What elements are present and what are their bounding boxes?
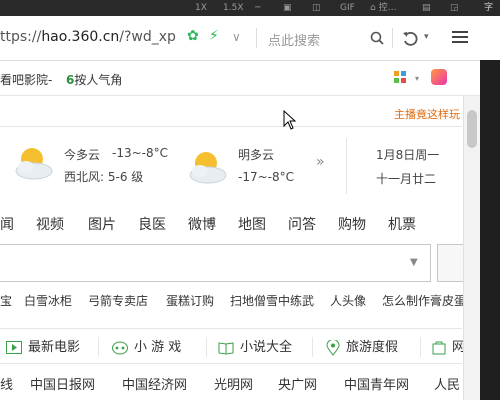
chevron-down-icon[interactable]: ▾ bbox=[415, 74, 419, 83]
nav-tab-news[interactable]: 闻 bbox=[0, 214, 14, 234]
hot-search-item[interactable]: 人头像 bbox=[330, 292, 366, 309]
site-link[interactable]: 央广网 bbox=[278, 374, 317, 393]
divider bbox=[312, 337, 313, 357]
main-search-input[interactable]: ▼ bbox=[0, 244, 431, 282]
undo-icon[interactable] bbox=[402, 30, 418, 46]
date-lunar: 十一月廿二 bbox=[376, 172, 437, 186]
category-movies[interactable]: 最新电影 bbox=[6, 336, 80, 355]
control-label[interactable]: ⌂ 控… bbox=[370, 1, 397, 15]
address-bar: ttps://hao.360.cn/?wd_xp ✿ ⚡ ∨ 点此搜索 ▾ bbox=[0, 16, 500, 61]
hot-search-item[interactable]: 怎么制作膏皮蛋 bbox=[382, 292, 466, 309]
site-link[interactable]: 中国青年网 bbox=[344, 374, 409, 393]
weather-more-icon[interactable]: » bbox=[316, 154, 325, 170]
hot-search-item[interactable]: 弓箭专卖店 bbox=[88, 292, 148, 309]
recorder-toolbar: 1X 1.5X ─ ▣ ◫ GIF ⌂ 控… ▤ ◲ 字 bbox=[0, 0, 500, 16]
chevron-down-icon[interactable]: ▼ bbox=[410, 257, 418, 268]
bookmarks-bar: 看吧影院- 6按人气角 ▾ bbox=[0, 61, 480, 96]
speed-1-5x-button[interactable]: 1.5X bbox=[223, 1, 243, 15]
site-link[interactable]: 线 bbox=[0, 374, 13, 393]
bookmark-item[interactable]: 看吧影院- bbox=[0, 71, 52, 88]
lightning-icon[interactable]: ⚡ bbox=[209, 28, 219, 44]
partly-cloudy-icon bbox=[15, 148, 53, 180]
weather-tomorrow-temp: -17~-8°C bbox=[238, 170, 294, 184]
site-link[interactable]: 中国日报网 bbox=[30, 374, 95, 393]
hot-search-item[interactable]: 白雪冰柜 bbox=[24, 292, 72, 309]
gif-button[interactable]: GIF bbox=[340, 1, 355, 15]
site-link[interactable]: 人民 bbox=[434, 374, 460, 393]
cart-icon bbox=[432, 341, 446, 354]
vertical-scrollbar[interactable] bbox=[463, 96, 481, 400]
divider bbox=[420, 337, 421, 357]
divider bbox=[98, 337, 99, 357]
menu-icon[interactable] bbox=[452, 30, 468, 44]
mouse-cursor-icon bbox=[283, 110, 297, 130]
capture-icon[interactable]: ▤ bbox=[422, 1, 431, 15]
bookmark-item[interactable]: 6按人气角 bbox=[66, 71, 122, 88]
chevron-down-icon[interactable]: ∨ bbox=[232, 30, 241, 44]
divider bbox=[0, 126, 462, 127]
nav-tab-doctor[interactable]: 良医 bbox=[138, 214, 166, 234]
site-link[interactable]: 中国经济网 bbox=[122, 374, 187, 393]
weather-today-temp: -13~-8°C bbox=[112, 146, 168, 160]
url-field[interactable]: ttps://hao.360.cn/?wd_xp bbox=[0, 29, 176, 45]
screen-icon[interactable]: ◲ bbox=[450, 1, 459, 15]
site-link[interactable]: 光明网 bbox=[214, 374, 253, 393]
apps-icon[interactable] bbox=[393, 70, 407, 84]
film-icon bbox=[6, 341, 22, 354]
text-tool[interactable]: 字 bbox=[484, 1, 493, 15]
hot-search-item[interactable]: 蛋糕订购 bbox=[166, 292, 214, 309]
weather-today-condition: 今多云 bbox=[64, 148, 101, 162]
weather-wind: 西北风: 5-6 级 bbox=[64, 170, 144, 184]
divider bbox=[256, 28, 257, 48]
nav-tab-map[interactable]: 地图 bbox=[238, 214, 266, 234]
nav-tab-qa[interactable]: 问答 bbox=[288, 214, 316, 234]
category-shopping[interactable]: 网 bbox=[432, 336, 465, 355]
hot-search-item[interactable]: 扫地僧雪中练武 bbox=[230, 292, 314, 309]
book-icon bbox=[218, 341, 234, 355]
page-content: 主播竟这样玩 今多云 -13~-8°C 西北风: 5-6 级 明多云 -17~-… bbox=[0, 96, 480, 400]
map-pin-icon bbox=[326, 339, 340, 356]
promo-link[interactable]: 主播竟这样玩 bbox=[394, 106, 460, 122]
search-input[interactable]: 点此搜索 bbox=[268, 30, 320, 49]
nav-tab-video[interactable]: 视频 bbox=[36, 214, 64, 234]
divider bbox=[206, 337, 207, 357]
nav-tab-images[interactable]: 图片 bbox=[88, 214, 116, 234]
weather-tomorrow-condition: 明多云 bbox=[238, 148, 275, 162]
extension-icon[interactable] bbox=[431, 69, 447, 85]
category-travel[interactable]: 旅游度假 bbox=[326, 336, 398, 356]
minimize-icon[interactable]: ─ bbox=[255, 1, 260, 15]
window-edge bbox=[480, 60, 500, 400]
category-novels[interactable]: 小说大全 bbox=[218, 336, 292, 355]
category-games[interactable]: 小 游 戏 bbox=[112, 336, 181, 355]
divider bbox=[346, 138, 347, 194]
hot-search-item[interactable]: 宝 bbox=[0, 292, 12, 309]
window-icon[interactable]: ▣ bbox=[283, 1, 292, 15]
security-badge-icon[interactable]: ✿ bbox=[187, 28, 199, 44]
category-bar: 最新电影 小 游 戏 小说大全 旅游度假 网 bbox=[0, 328, 465, 364]
date-gregorian: 1月8日周一 bbox=[376, 148, 440, 162]
search-icon[interactable] bbox=[370, 31, 384, 45]
game-icon bbox=[112, 341, 128, 354]
chevron-down-icon[interactable]: ▾ bbox=[424, 32, 429, 42]
scrollbar-thumb[interactable] bbox=[467, 110, 477, 148]
partly-cloudy-icon bbox=[189, 152, 227, 184]
nav-tab-flights[interactable]: 机票 bbox=[388, 214, 416, 234]
nav-tab-shopping[interactable]: 购物 bbox=[338, 214, 366, 234]
crop-icon[interactable]: ◫ bbox=[312, 1, 321, 15]
nav-tab-weibo[interactable]: 微博 bbox=[188, 214, 216, 234]
divider bbox=[392, 28, 393, 48]
speed-1x-button[interactable]: 1X bbox=[195, 1, 207, 15]
